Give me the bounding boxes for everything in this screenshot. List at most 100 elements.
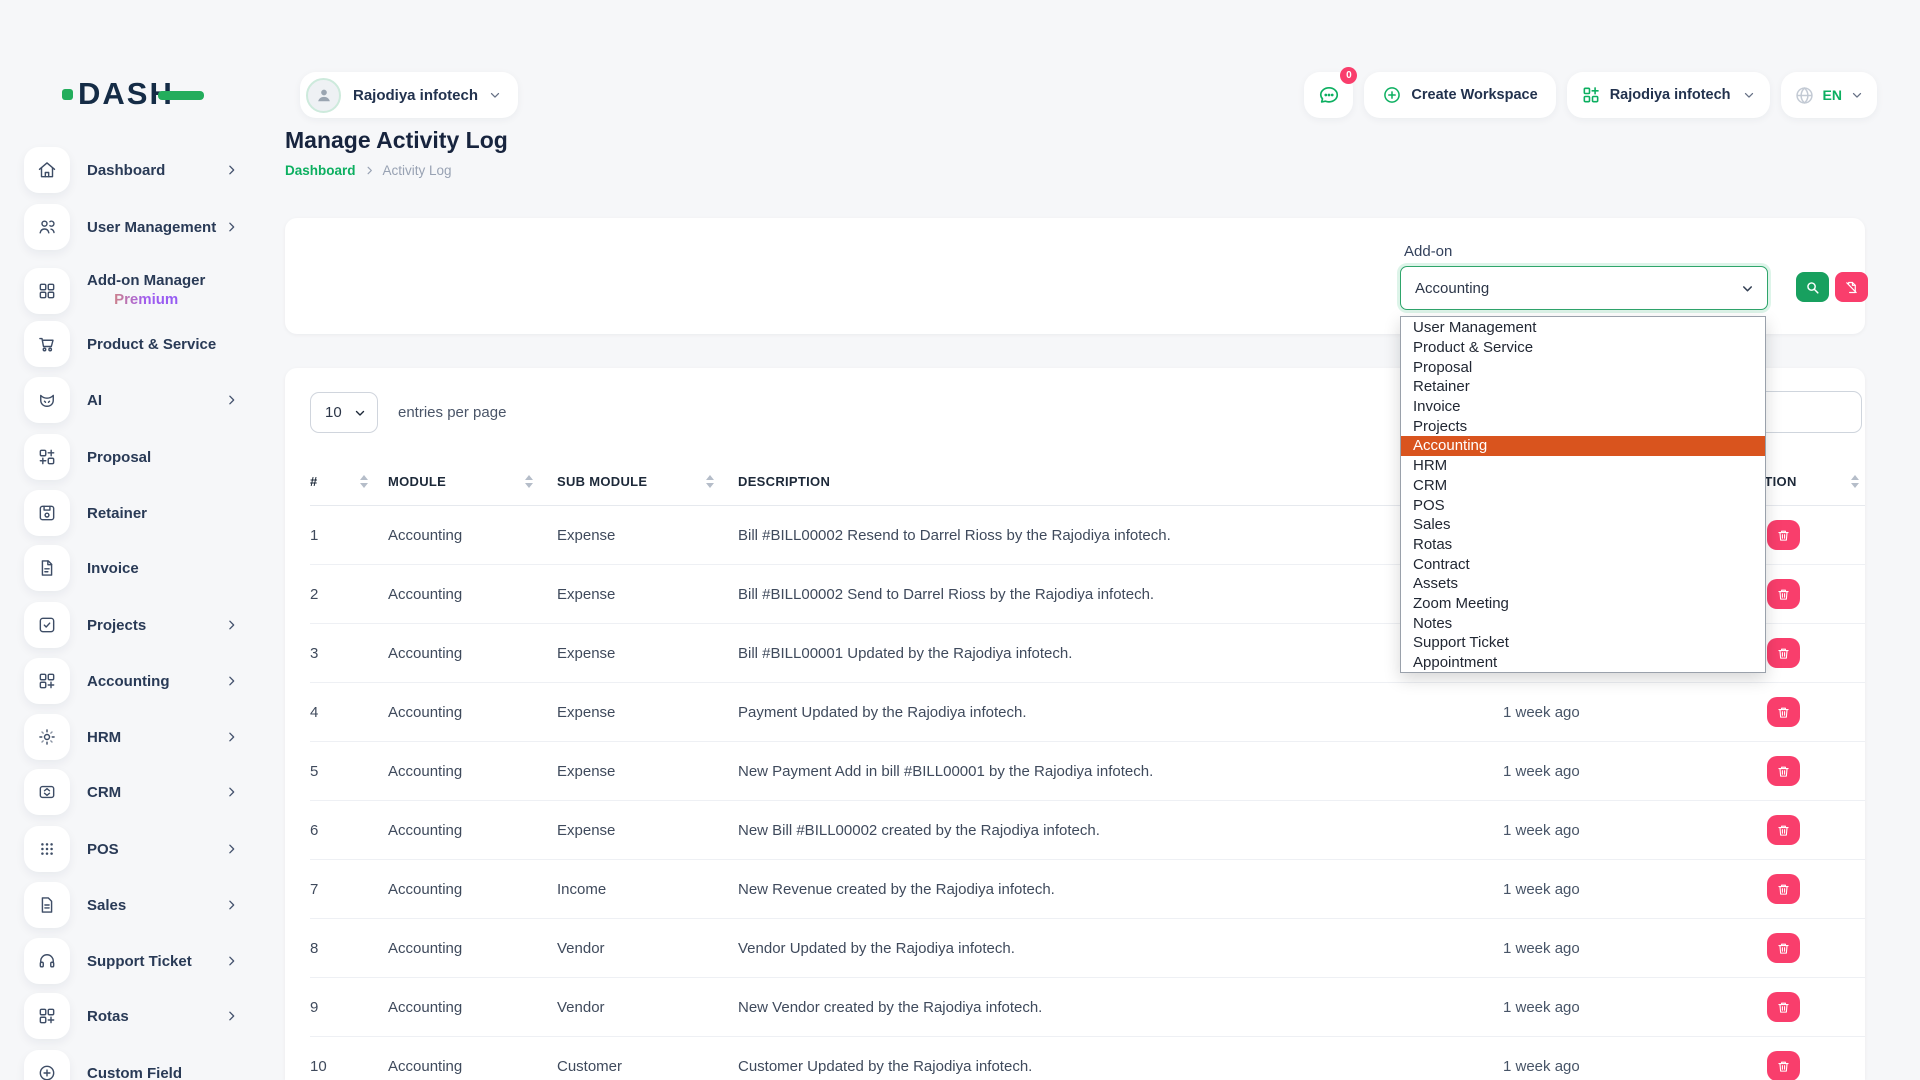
chevron-right-icon [225, 955, 238, 968]
sidebar-item-product-service[interactable]: Product & Service [24, 321, 240, 367]
dropdown-option[interactable]: CRM [1401, 476, 1765, 496]
sidebar-item-accounting[interactable]: Accounting [24, 658, 240, 704]
app-logo[interactable]: DASH [62, 76, 204, 112]
headphones-icon [24, 938, 70, 984]
column-header-num[interactable]: # [310, 474, 388, 489]
sidebar-item-support-ticket[interactable]: Support Ticket [24, 938, 240, 984]
chevron-right-icon [225, 164, 238, 177]
globe-icon [1794, 85, 1815, 106]
table-row: 6 Accounting Expense New Bill #BILL00002… [310, 801, 1865, 860]
chevron-down-icon [1742, 88, 1756, 102]
breadcrumb: Dashboard Activity Log [285, 163, 452, 178]
company-selector[interactable]: Rajodiya infotech [1567, 72, 1770, 118]
sidebar-item-hrm[interactable]: HRM [24, 714, 240, 760]
save-icon [24, 490, 70, 536]
sidebar-item-dashboard[interactable]: Dashboard [24, 147, 240, 193]
sort-icon [360, 475, 368, 488]
dropdown-option[interactable]: HRM [1401, 456, 1765, 476]
dropdown-option[interactable]: Assets [1401, 574, 1765, 594]
table-row: 9 Accounting Vendor New Vendor created b… [310, 978, 1865, 1037]
chevron-down-icon [1740, 281, 1755, 296]
sidebar-item-proposal[interactable]: Proposal [24, 434, 240, 480]
column-header-description[interactable]: DESCRIPTION [738, 474, 1503, 489]
delete-button[interactable] [1767, 1051, 1800, 1080]
dropdown-option[interactable]: Rotas [1401, 535, 1765, 555]
create-workspace-button[interactable]: Create Workspace [1364, 72, 1555, 118]
workspace-selector[interactable]: Rajodiya infotech [300, 72, 518, 118]
sync-square-icon [24, 769, 70, 815]
dropdown-option[interactable]: Invoice [1401, 397, 1765, 417]
target-icon [24, 714, 70, 760]
premium-badge: Premium [87, 291, 205, 310]
breadcrumb-dashboard-link[interactable]: Dashboard [285, 163, 356, 178]
delete-button[interactable] [1767, 520, 1800, 550]
dropdown-option[interactable]: User Management [1401, 318, 1765, 338]
dropdown-option[interactable]: Proposal [1401, 357, 1765, 377]
sidebar-item-user-management[interactable]: User Management [24, 204, 240, 250]
dropdown-option[interactable]: Product & Service [1401, 338, 1765, 358]
sidebar-item-invoice[interactable]: Invoice [24, 545, 240, 591]
sidebar-item-projects[interactable]: Projects [24, 602, 240, 648]
chevron-right-icon [364, 165, 375, 176]
addon-dropdown-list: User ManagementProduct & ServiceProposal… [1400, 316, 1766, 673]
dropdown-option[interactable]: Retainer [1401, 377, 1765, 397]
delete-button[interactable] [1767, 992, 1800, 1022]
messages-button[interactable]: 0 [1304, 72, 1353, 118]
language-selector[interactable]: EN [1781, 72, 1877, 118]
dots-grid-icon [24, 826, 70, 872]
sidebar-item-retainer[interactable]: Retainer [24, 490, 240, 536]
sidebar-item-pos[interactable]: POS [24, 826, 240, 872]
dropdown-option[interactable]: Appointment [1401, 653, 1765, 673]
addon-select[interactable]: Accounting [1400, 266, 1768, 310]
dropdown-option[interactable]: Sales [1401, 515, 1765, 535]
entries-per-page-select[interactable]: 10 [310, 392, 378, 433]
logo-dash-icon [158, 91, 204, 100]
column-header-module[interactable]: MODULE [388, 474, 557, 489]
dropdown-option[interactable]: Contract [1401, 554, 1765, 574]
sidebar-item-ai[interactable]: AI [24, 377, 240, 423]
sidebar-item-custom-field[interactable]: Custom Field [24, 1050, 240, 1080]
table-row: 7 Accounting Income New Revenue created … [310, 860, 1865, 919]
logo-dot-icon [62, 89, 73, 100]
sidebar-item-rotas[interactable]: Rotas [24, 993, 240, 1039]
sidebar-item-sales[interactable]: Sales [24, 882, 240, 928]
delete-button[interactable] [1767, 579, 1800, 609]
sidebar-item-crm[interactable]: CRM [24, 769, 240, 815]
delete-button[interactable] [1767, 697, 1800, 727]
delete-button[interactable] [1767, 815, 1800, 845]
document-icon [24, 545, 70, 591]
chevron-right-icon [225, 394, 238, 407]
sidebar-item-addon-manager[interactable]: Add-on Manager Premium [24, 261, 240, 321]
chevron-right-icon [225, 899, 238, 912]
delete-button[interactable] [1767, 874, 1800, 904]
delete-button[interactable] [1767, 756, 1800, 786]
workspace-grid-icon [1581, 85, 1601, 105]
delete-button[interactable] [1767, 638, 1800, 668]
cart-icon [24, 321, 70, 367]
dropdown-option[interactable]: POS [1401, 495, 1765, 515]
delete-button[interactable] [1767, 933, 1800, 963]
search-button[interactable] [1796, 272, 1829, 302]
dropdown-option[interactable]: Support Ticket [1401, 633, 1765, 653]
dropdown-option[interactable]: Notes [1401, 613, 1765, 633]
page-title: Manage Activity Log [285, 127, 508, 154]
table-row: 8 Accounting Vendor Vendor Updated by th… [310, 919, 1865, 978]
chevron-down-icon [1850, 88, 1864, 102]
clear-filter-button[interactable] [1835, 272, 1868, 302]
avatar [306, 78, 341, 113]
file-icon [24, 882, 70, 928]
addon-filter-label: Add-on [1404, 243, 1452, 260]
entries-per-page-label: entries per page [398, 404, 506, 421]
chat-icon [1318, 84, 1340, 106]
chevron-right-icon [225, 1010, 238, 1023]
dropdown-option[interactable]: Zoom Meeting [1401, 594, 1765, 614]
table-row: 4 Accounting Expense Payment Updated by … [310, 683, 1865, 742]
dropdown-option[interactable]: Accounting [1401, 436, 1765, 456]
grid-icon [24, 268, 70, 314]
grid-plus-icon [24, 993, 70, 1039]
proposal-icon [24, 434, 70, 480]
column-header-sub-module[interactable]: SUB MODULE [557, 474, 738, 489]
chevron-right-icon [225, 786, 238, 799]
chevron-right-icon [225, 221, 238, 234]
dropdown-option[interactable]: Projects [1401, 416, 1765, 436]
